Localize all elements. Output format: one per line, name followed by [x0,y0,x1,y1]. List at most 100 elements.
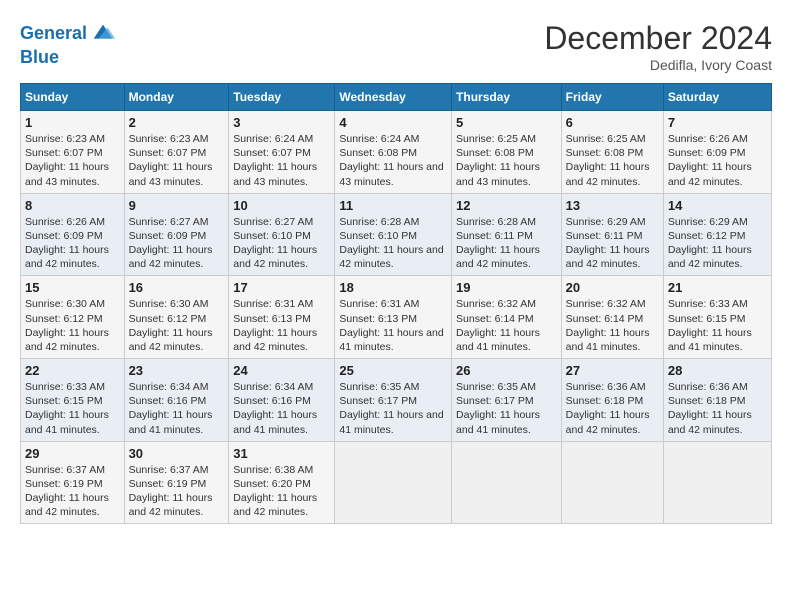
day-number: 23 [129,363,225,378]
table-row: 22 Sunrise: 6:33 AMSunset: 6:15 PMDayligh… [21,359,125,442]
day-info: Sunrise: 6:32 AMSunset: 6:14 PMDaylight:… [456,297,557,354]
table-row: 11 Sunrise: 6:28 AMSunset: 6:10 PMDayligh… [335,193,452,276]
day-number: 7 [668,115,767,130]
day-info: Sunrise: 6:30 AMSunset: 6:12 PMDaylight:… [129,297,225,354]
day-info: Sunrise: 6:29 AMSunset: 6:11 PMDaylight:… [566,215,659,272]
day-info: Sunrise: 6:28 AMSunset: 6:10 PMDaylight:… [339,215,447,272]
day-info: Sunrise: 6:33 AMSunset: 6:15 PMDaylight:… [25,380,120,437]
day-info: Sunrise: 6:24 AMSunset: 6:07 PMDaylight:… [233,132,330,189]
logo-text: General [20,20,117,48]
day-number: 26 [456,363,557,378]
table-row: 12Sunrise: 6:28 AMSunset: 6:11 PMDayligh… [452,193,562,276]
day-number: 30 [129,446,225,461]
table-row: 6Sunrise: 6:25 AMSunset: 6:08 PMDaylight… [561,111,663,194]
table-row: 15 Sunrise: 6:30 AMSunset: 6:12 PMDayligh… [21,276,125,359]
calendar-week-row: 8Sunrise: 6:26 AMSunset: 6:09 PMDaylight… [21,193,772,276]
day-info: Sunrise: 6:38 AMSunset: 6:20 PMDaylight:… [233,463,330,520]
day-number: 5 [456,115,557,130]
calendar-week-row: 29 Sunrise: 6:37 AMSunset: 6:19 PMDayligh… [21,441,772,524]
day-info: Sunrise: 6:26 AMSunset: 6:09 PMDaylight:… [25,215,120,272]
calendar-table: Sunday Monday Tuesday Wednesday Thursday… [20,83,772,524]
day-info: Sunrise: 6:24 AMSunset: 6:08 PMDaylight:… [339,132,447,189]
day-number: 29 [25,446,120,461]
day-number: 9 [129,198,225,213]
day-info: Sunrise: 6:36 AMSunset: 6:18 PMDaylight:… [668,380,767,437]
day-info: Sunrise: 6:27 AMSunset: 6:10 PMDaylight:… [233,215,330,272]
day-info: Sunrise: 6:23 AMSunset: 6:07 PMDaylight:… [25,132,120,189]
day-number: 20 [566,280,659,295]
day-info: Sunrise: 6:32 AMSunset: 6:14 PMDaylight:… [566,297,659,354]
table-row [561,441,663,524]
day-number: 17 [233,280,330,295]
day-number: 4 [339,115,447,130]
col-thursday: Thursday [452,84,562,111]
day-number: 25 [339,363,447,378]
table-row: 26 Sunrise: 6:35 AMSunset: 6:17 PMDayligh… [452,359,562,442]
day-info: Sunrise: 6:34 AMSunset: 6:16 PMDaylight:… [233,380,330,437]
table-row [452,441,562,524]
col-tuesday: Tuesday [229,84,335,111]
day-info: Sunrise: 6:36 AMSunset: 6:18 PMDaylight:… [566,380,659,437]
table-row: 28 Sunrise: 6:36 AMSunset: 6:18 PMDayligh… [663,359,771,442]
day-number: 27 [566,363,659,378]
title-area: December 2024 Dedifla, Ivory Coast [544,20,772,73]
col-friday: Friday [561,84,663,111]
table-row: 18 Sunrise: 6:31 AMSunset: 6:13 PMDayligh… [335,276,452,359]
day-info: Sunrise: 6:35 AMSunset: 6:17 PMDaylight:… [456,380,557,437]
logo-blue: Blue [20,48,117,68]
table-row [335,441,452,524]
day-number: 28 [668,363,767,378]
day-info: Sunrise: 6:34 AMSunset: 6:16 PMDaylight:… [129,380,225,437]
day-info: Sunrise: 6:30 AMSunset: 6:12 PMDaylight:… [25,297,120,354]
day-number: 18 [339,280,447,295]
day-info: Sunrise: 6:35 AMSunset: 6:17 PMDaylight:… [339,380,447,437]
day-number: 21 [668,280,767,295]
day-number: 16 [129,280,225,295]
table-row: 16 Sunrise: 6:30 AMSunset: 6:12 PMDayligh… [124,276,229,359]
table-row: 13 Sunrise: 6:29 AMSunset: 6:11 PMDayligh… [561,193,663,276]
day-number: 1 [25,115,120,130]
table-row: 5Sunrise: 6:25 AMSunset: 6:08 PMDaylight… [452,111,562,194]
table-row: 10 Sunrise: 6:27 AMSunset: 6:10 PMDayligh… [229,193,335,276]
day-number: 3 [233,115,330,130]
table-row: 3 Sunrise: 6:24 AMSunset: 6:07 PMDaylight… [229,111,335,194]
day-number: 13 [566,198,659,213]
table-row: 24Sunrise: 6:34 AMSunset: 6:16 PMDayligh… [229,359,335,442]
table-row: 20 Sunrise: 6:32 AMSunset: 6:14 PMDayligh… [561,276,663,359]
table-row: 7Sunrise: 6:26 AMSunset: 6:09 PMDaylight… [663,111,771,194]
table-row: 27 Sunrise: 6:36 AMSunset: 6:18 PMDayligh… [561,359,663,442]
day-number: 2 [129,115,225,130]
calendar-week-row: 22 Sunrise: 6:33 AMSunset: 6:15 PMDayligh… [21,359,772,442]
calendar-week-row: 15 Sunrise: 6:30 AMSunset: 6:12 PMDayligh… [21,276,772,359]
table-row: 17 Sunrise: 6:31 AMSunset: 6:13 PMDayligh… [229,276,335,359]
table-row: 23 Sunrise: 6:34 AMSunset: 6:16 PMDayligh… [124,359,229,442]
table-row: 30 Sunrise: 6:37 AMSunset: 6:19 PMDayligh… [124,441,229,524]
table-row: 1 Sunrise: 6:23 AMSunset: 6:07 PMDaylight… [21,111,125,194]
day-info: Sunrise: 6:29 AMSunset: 6:12 PMDaylight:… [668,215,767,272]
day-number: 10 [233,198,330,213]
table-row: 29 Sunrise: 6:37 AMSunset: 6:19 PMDayligh… [21,441,125,524]
table-row: 9 Sunrise: 6:27 AMSunset: 6:09 PMDaylight… [124,193,229,276]
day-number: 15 [25,280,120,295]
col-monday: Monday [124,84,229,111]
table-row: 2Sunrise: 6:23 AMSunset: 6:07 PMDaylight… [124,111,229,194]
calendar-header-row: Sunday Monday Tuesday Wednesday Thursday… [21,84,772,111]
month-title: December 2024 [544,20,772,57]
day-info: Sunrise: 6:31 AMSunset: 6:13 PMDaylight:… [233,297,330,354]
day-info: Sunrise: 6:37 AMSunset: 6:19 PMDaylight:… [25,463,120,520]
day-number: 22 [25,363,120,378]
table-row: 25 Sunrise: 6:35 AMSunset: 6:17 PMDayligh… [335,359,452,442]
table-row: 8Sunrise: 6:26 AMSunset: 6:09 PMDaylight… [21,193,125,276]
day-info: Sunrise: 6:31 AMSunset: 6:13 PMDaylight:… [339,297,447,354]
day-number: 19 [456,280,557,295]
table-row: 4 Sunrise: 6:24 AMSunset: 6:08 PMDaylight… [335,111,452,194]
day-info: Sunrise: 6:37 AMSunset: 6:19 PMDaylight:… [129,463,225,520]
col-saturday: Saturday [663,84,771,111]
day-info: Sunrise: 6:27 AMSunset: 6:09 PMDaylight:… [129,215,225,272]
day-info: Sunrise: 6:28 AMSunset: 6:11 PMDaylight:… [456,215,557,272]
day-info: Sunrise: 6:33 AMSunset: 6:15 PMDaylight:… [668,297,767,354]
page-header: General Blue December 2024 Dedifla, Ivor… [20,20,772,73]
col-wednesday: Wednesday [335,84,452,111]
day-number: 11 [339,198,447,213]
day-number: 14 [668,198,767,213]
